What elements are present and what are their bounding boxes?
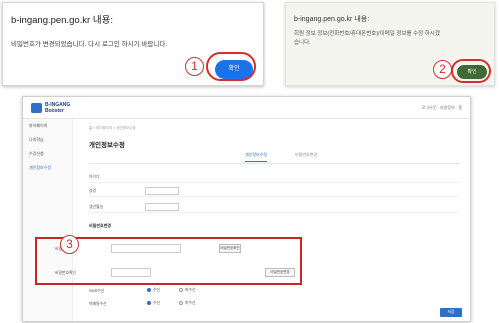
section-title: 비밀번호변경 — [89, 223, 112, 228]
sms-label: SMS수신 — [89, 289, 105, 293]
main-content: 홈 > 마이페이지 > 개인정보수정 개인정보수정 개인정보수정 비밀번호변경 … — [79, 119, 470, 321]
top-bar: B-INGANG Booster 로그아웃 · 회원정보 · 홈 — [23, 97, 470, 119]
sms-no-option[interactable]: 미수신 — [179, 288, 195, 293]
sidebar-item-enrollment[interactable]: 수강신청 — [23, 147, 72, 161]
birth-label: 생년월일 — [89, 205, 103, 209]
email-no-option[interactable]: 미수신 — [179, 301, 195, 306]
radio-icon — [179, 288, 183, 292]
email-yes-option[interactable]: 수신 — [147, 301, 160, 306]
birth-field[interactable] — [145, 203, 179, 211]
name-field[interactable] — [145, 187, 179, 195]
sidebar: 마이페이지 나의학습 수강신청 개인정보수정 — [23, 119, 73, 321]
sidebar-item-mypage[interactable]: 마이페이지 — [23, 119, 72, 133]
password-check-button[interactable]: 비밀번호확인 — [219, 244, 241, 253]
name-label: 성명 — [89, 189, 96, 193]
breadcrumb: 홈 > 마이페이지 > 개인정보수정 — [89, 126, 136, 130]
top-links[interactable]: 로그아웃 · 회원정보 · 홈 — [422, 105, 462, 111]
password-input[interactable] — [111, 244, 181, 253]
page-title: 개인정보수정 — [89, 142, 125, 149]
tab-edit-profile[interactable]: 개인정보수정 — [245, 152, 268, 162]
dialog-message: 회원 정보 정보(전화번호/휴대폰번호)/이메일 정보를 수정 하시겠습니다. — [294, 31, 440, 46]
brand[interactable]: B-INGANG Booster — [45, 102, 70, 114]
row-id: 아이디 — [89, 171, 460, 183]
sms-yes-option[interactable]: 수신 — [147, 288, 160, 293]
password-confirm-input[interactable] — [111, 268, 151, 277]
step-marker-2: 2 — [433, 60, 452, 79]
brand-line2: Booster — [45, 108, 64, 114]
sidebar-item-my-learning[interactable]: 나의학습 — [23, 133, 72, 147]
step-marker-1: 1 — [185, 57, 204, 76]
radio-selected-icon — [147, 301, 151, 305]
tab-change-password[interactable]: 비밀번호변경 — [295, 152, 317, 161]
app-window: B-INGANG Booster 로그아웃 · 회원정보 · 홈 마이페이지 나… — [22, 96, 471, 322]
step-marker-3: 3 — [60, 235, 79, 254]
dialog-host: b-ingang.pen.go.kr 내용: — [294, 16, 370, 23]
radio-selected-icon — [147, 288, 151, 292]
id-label: 아이디 — [89, 175, 100, 179]
save-button[interactable]: 저장 — [440, 308, 462, 317]
password-change-button[interactable]: 비밀번호변경 — [265, 268, 295, 277]
logo-icon — [31, 103, 42, 113]
highlight-ring-step1 — [206, 52, 256, 81]
highlight-ring-step2 — [451, 59, 491, 83]
radio-icon — [179, 301, 183, 305]
sidebar-item-edit-profile[interactable]: 개인정보수정 — [23, 161, 72, 175]
row-birth: 생년월일 — [89, 201, 460, 213]
dialog-message: 비밀번호가 변경되었습니다. 다시 로그인 하시기 바랍니다. — [11, 41, 168, 48]
password-confirm-label: 비밀번호확인 — [55, 271, 76, 275]
dialog-host: b-ingang.pen.go.kr 내용: — [11, 15, 113, 26]
divider — [89, 163, 460, 164]
row-name: 성명 — [89, 185, 460, 197]
email-label: 이메일수신 — [89, 302, 107, 306]
